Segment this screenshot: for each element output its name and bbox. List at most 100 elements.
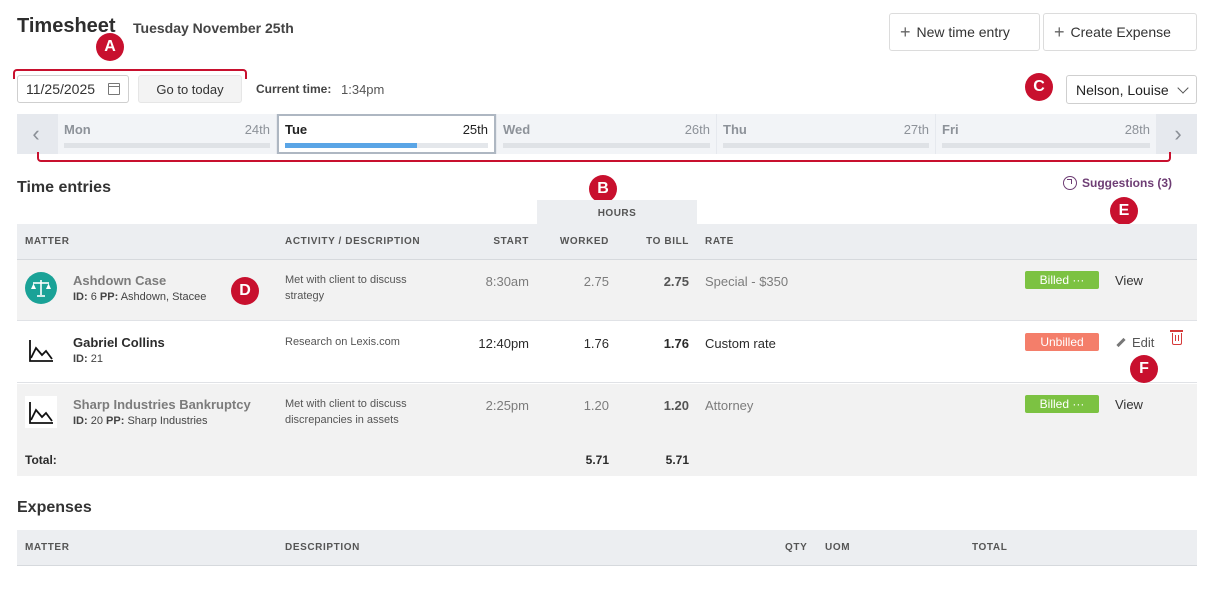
id-label: ID:	[73, 415, 88, 427]
matter-name[interactable]: Gabriel Collins	[73, 335, 165, 350]
calendar-icon[interactable]	[108, 83, 120, 95]
create-expense-label: Create Expense	[1070, 24, 1171, 40]
day-progress-bar	[285, 143, 488, 148]
billed-badge[interactable]: Billed ···	[1025, 271, 1099, 289]
edit-label: Edit	[1132, 335, 1155, 350]
expenses-header: MATTER DESCRIPTION QTY UOM TOTAL	[17, 530, 1197, 566]
day-progress-fill	[285, 143, 417, 148]
total-to-bill: 5.71	[665, 453, 689, 467]
day-tue[interactable]: Tue 25th	[277, 114, 496, 154]
new-time-entry-button[interactable]: + New time entry	[889, 13, 1040, 51]
id-label: ID:	[73, 353, 88, 365]
annotation-f: F	[1130, 355, 1158, 383]
line-chart-icon	[25, 396, 57, 428]
scales-of-justice-icon	[25, 272, 57, 304]
id-label: ID:	[73, 291, 88, 303]
col-worked: WORKED	[559, 236, 609, 247]
view-link[interactable]: View	[1115, 397, 1143, 412]
entry-description: Met with client to discuss discrepancies…	[285, 398, 407, 426]
go-to-today-button[interactable]: Go to today	[138, 75, 242, 103]
chevron-left-icon: ‹	[32, 121, 40, 146]
prev-week-button[interactable]: ‹	[17, 114, 55, 154]
edit-button[interactable]: Edit	[1116, 335, 1154, 350]
entry-to-bill: 2.75	[663, 274, 689, 289]
day-name: Tue	[285, 122, 308, 137]
date-picker-input[interactable]: 11/25/2025	[17, 75, 129, 103]
create-expense-button[interactable]: + Create Expense	[1043, 13, 1197, 51]
annotation-c: C	[1025, 73, 1053, 101]
col-matter: MATTER	[25, 236, 70, 247]
new-time-entry-label: New time entry	[916, 24, 1010, 40]
entry-rate: Special - $350	[705, 274, 789, 289]
day-date: 24th	[244, 122, 270, 137]
table-row[interactable]: Gabriel Collins ID: 21 Research on Lexis…	[17, 322, 1197, 383]
pencil-icon	[1116, 337, 1126, 348]
col-description: DESCRIPTION	[285, 542, 360, 553]
total-label: Total:	[25, 453, 57, 467]
day-date: 27th	[903, 122, 929, 137]
pp-label: PP:	[99, 291, 119, 303]
matter-name[interactable]: Sharp Industries Bankruptcy	[73, 397, 251, 412]
day-date: 26th	[684, 122, 710, 137]
page-date-label: Tuesday November 25th	[133, 20, 294, 36]
entry-start: 2:25pm	[485, 398, 529, 413]
page-title: Timesheet	[17, 15, 116, 37]
matter-id: 20	[90, 415, 103, 427]
user-select-value: Nelson, Louise	[1076, 81, 1169, 98]
col-to-bill: TO BILL	[646, 236, 689, 247]
pp-label: PP:	[106, 415, 125, 427]
matter-pp: Sharp Industries	[127, 415, 208, 427]
matter-meta: ID: 20 PP: Sharp Industries	[73, 415, 208, 427]
view-link[interactable]: View	[1115, 273, 1143, 288]
entry-to-bill: 1.20	[663, 398, 689, 413]
user-select[interactable]: Nelson, Louise	[1066, 75, 1197, 104]
day-wed[interactable]: Wed 26th	[497, 114, 716, 154]
suggestion-icon	[1063, 176, 1077, 190]
entry-description: Met with client to discuss strategy	[285, 274, 407, 302]
line-chart-icon	[25, 334, 57, 366]
entry-worked: 2.75	[583, 274, 609, 289]
date-value: 11/25/2025	[26, 81, 96, 97]
table-row[interactable]: Ashdown Case ID: 6 PP: Ashdown, Stacee M…	[17, 260, 1197, 321]
plus-icon: +	[900, 22, 911, 42]
next-week-button[interactable]: ›	[1159, 114, 1197, 154]
day-name: Thu	[723, 122, 747, 137]
entry-start: 12:40pm	[478, 336, 529, 351]
matter-name[interactable]: Ashdown Case	[73, 273, 166, 288]
total-worked: 5.71	[585, 453, 609, 467]
annotation-a: A	[96, 33, 124, 61]
suggestions-link[interactable]: Suggestions (3)	[1063, 176, 1172, 190]
billed-badge[interactable]: Billed ···	[1025, 395, 1099, 413]
table-row[interactable]: Sharp Industries Bankruptcy ID: 20 PP: S…	[17, 384, 1197, 445]
day-name: Mon	[64, 122, 91, 137]
day-progress-bar	[64, 143, 270, 148]
entry-description: Research on Lexis.com	[285, 336, 400, 348]
col-qty: QTY	[785, 542, 808, 553]
unbilled-badge[interactable]: Unbilled	[1025, 333, 1099, 351]
current-time-label: Current time:	[256, 82, 332, 96]
trash-icon[interactable]	[1170, 330, 1183, 345]
total-row: Total: 5.71 5.71	[17, 444, 1197, 476]
entry-to-bill: 1.76	[663, 336, 689, 351]
time-entries-header: MATTER ACTIVITY / DESCRIPTION START WORK…	[17, 224, 1197, 260]
day-progress-bar	[942, 143, 1150, 148]
day-mon[interactable]: Mon 24th	[58, 114, 276, 154]
annotation-bracket-a	[13, 69, 247, 79]
day-progress-bar	[503, 143, 710, 148]
day-name: Wed	[503, 122, 531, 137]
annotation-e: E	[1110, 197, 1138, 225]
col-matter: MATTER	[25, 542, 70, 553]
matter-id: 21	[90, 353, 103, 365]
day-date: 25th	[462, 122, 488, 137]
col-rate: RATE	[705, 236, 734, 247]
day-name: Fri	[942, 122, 959, 137]
expenses-title: Expenses	[17, 499, 92, 516]
day-thu[interactable]: Thu 27th	[717, 114, 935, 154]
time-entries-title: Time entries	[17, 179, 111, 196]
day-fri[interactable]: Fri 28th	[936, 114, 1156, 154]
plus-icon: +	[1054, 22, 1065, 42]
chevron-down-icon	[1177, 82, 1189, 94]
col-activity: ACTIVITY / DESCRIPTION	[285, 236, 421, 247]
current-time-value: 1:34pm	[341, 82, 385, 97]
matter-meta: ID: 21	[73, 353, 103, 365]
